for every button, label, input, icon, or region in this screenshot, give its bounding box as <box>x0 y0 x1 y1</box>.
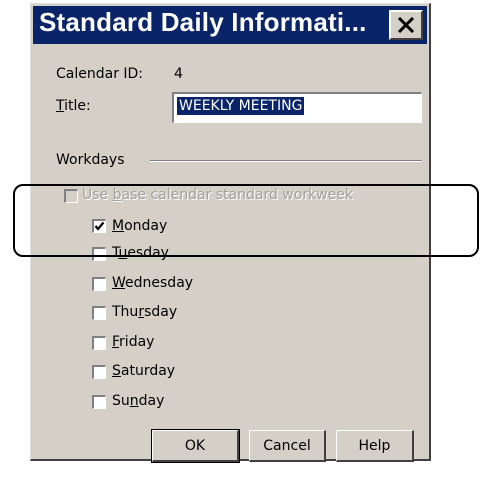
cancel-button[interactable]: Cancel <box>249 430 326 462</box>
wednesday-label: Wednesday <box>112 275 194 291</box>
thursday-checkbox[interactable] <box>92 306 106 320</box>
close-button[interactable] <box>389 10 423 40</box>
sunday-label: Sunday <box>112 393 165 409</box>
friday-checkbox[interactable] <box>92 336 106 350</box>
dialog-title: Standard Daily Informati... <box>39 7 367 37</box>
sunday-checkbox[interactable] <box>92 395 106 409</box>
friday-label: Friday <box>112 334 155 350</box>
calendar-id-label: Calendar ID: <box>56 66 144 82</box>
saturday-checkbox[interactable] <box>92 365 106 379</box>
workdays-divider <box>150 160 422 162</box>
calendar-id-value: 4 <box>174 66 183 82</box>
workdays-label: Workdays <box>56 152 125 168</box>
wednesday-checkbox[interactable] <box>92 277 106 291</box>
title-input-text: WEEKLY MEETING <box>177 97 305 115</box>
thursday-label: Thursday <box>112 304 178 320</box>
title-bar[interactable]: Standard Daily Informati... <box>33 6 427 44</box>
close-icon <box>397 17 415 33</box>
title-label: Title: <box>56 98 91 114</box>
annotation-highlight <box>13 184 479 257</box>
saturday-label: Saturday <box>112 363 176 379</box>
help-button[interactable]: Help <box>336 430 414 462</box>
ok-button[interactable]: OK <box>151 429 240 463</box>
title-input[interactable]: WEEKLY MEETING <box>172 92 422 123</box>
